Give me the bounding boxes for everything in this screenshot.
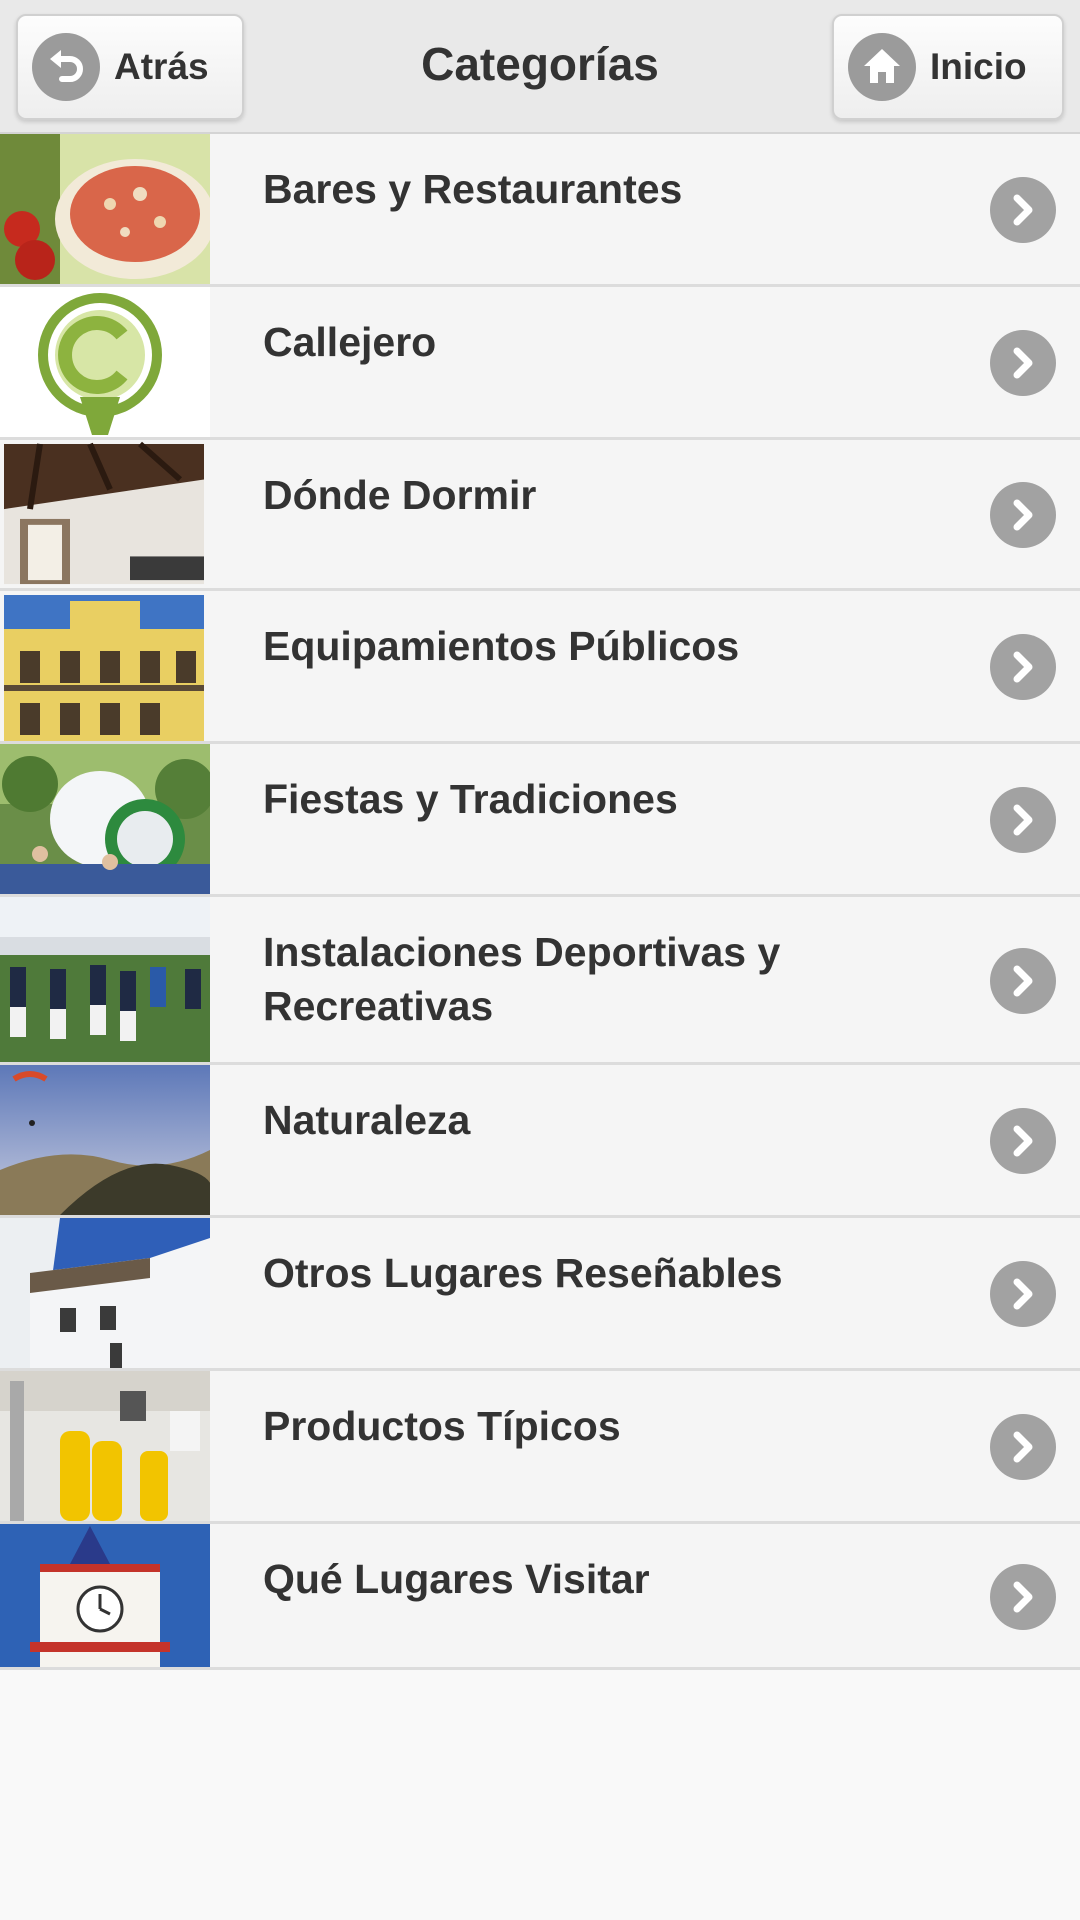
list-item-equipamientos-publicos[interactable]: Equipamientos Públicos [0,591,1080,744]
back-button-label: Atrás [114,46,209,87]
list-item-naturaleza[interactable]: Naturaleza [0,1065,1080,1218]
chevron-right-icon [990,1414,1056,1480]
list-item-que-lugares-visitar[interactable]: Qué Lugares Visitar [0,1524,1080,1670]
list-item-bares-y-restaurantes[interactable]: Bares y Restaurantes [0,134,1080,287]
list-item-fiestas-y-tradiciones[interactable]: Fiestas y Tradiciones [0,744,1080,897]
list-item-callejero[interactable]: Callejero [0,287,1080,440]
category-thumbnail [0,1065,210,1215]
back-button[interactable]: Atrás [16,14,244,120]
category-label: Qué Lugares Visitar [263,1556,650,1602]
category-label: Naturaleza [263,1097,471,1143]
home-button[interactable]: Inicio [832,14,1064,120]
category-label: Productos Típicos [263,1403,621,1449]
chevron-right-icon [990,482,1056,548]
category-thumbnail [0,440,210,588]
category-label: Equipamientos Públicos [263,623,740,669]
chevron-right-icon [990,1564,1056,1630]
undo-arrow-icon [32,33,100,101]
category-thumbnail [0,287,210,437]
chevron-right-icon [990,1261,1056,1327]
chevron-right-icon [990,948,1056,1014]
category-thumbnail [0,897,210,1062]
category-label: Otros Lugares Reseñables [263,1250,783,1296]
chevron-right-icon [990,634,1056,700]
list-item-instalaciones-deportivas-y-recreativas[interactable]: Instalaciones Deportivas y Recreativas [0,897,1080,1065]
category-thumbnail [0,1218,210,1368]
chevron-right-icon [990,330,1056,396]
app-header: Atrás Categorías Inicio [0,0,1080,134]
page-title: Categorías [421,38,659,90]
list-item-productos-tipicos[interactable]: Productos Típicos [0,1371,1080,1524]
category-thumbnail [0,591,210,741]
category-thumbnail [0,1524,210,1667]
category-label: Bares y Restaurantes [263,166,683,212]
list-item-otros-lugares-resenables[interactable]: Otros Lugares Reseñables [0,1218,1080,1371]
category-thumbnail [0,744,210,894]
category-label: Dónde Dormir [263,472,537,518]
list-item-donde-dormir[interactable]: Dónde Dormir [0,440,1080,591]
category-thumbnail [0,134,210,284]
home-button-label: Inicio [930,46,1027,87]
house-icon [848,33,916,101]
chevron-right-icon [990,177,1056,243]
category-label: Callejero [263,319,437,365]
chevron-right-icon [990,787,1056,853]
chevron-right-icon [990,1108,1056,1174]
category-label: Instalaciones Deportivas y Recreativas [263,929,781,1029]
category-label: Fiestas y Tradiciones [263,776,678,822]
category-thumbnail [0,1371,210,1521]
category-list: Bares y Restaurantes Callejero Dónde Dor… [0,134,1080,1670]
